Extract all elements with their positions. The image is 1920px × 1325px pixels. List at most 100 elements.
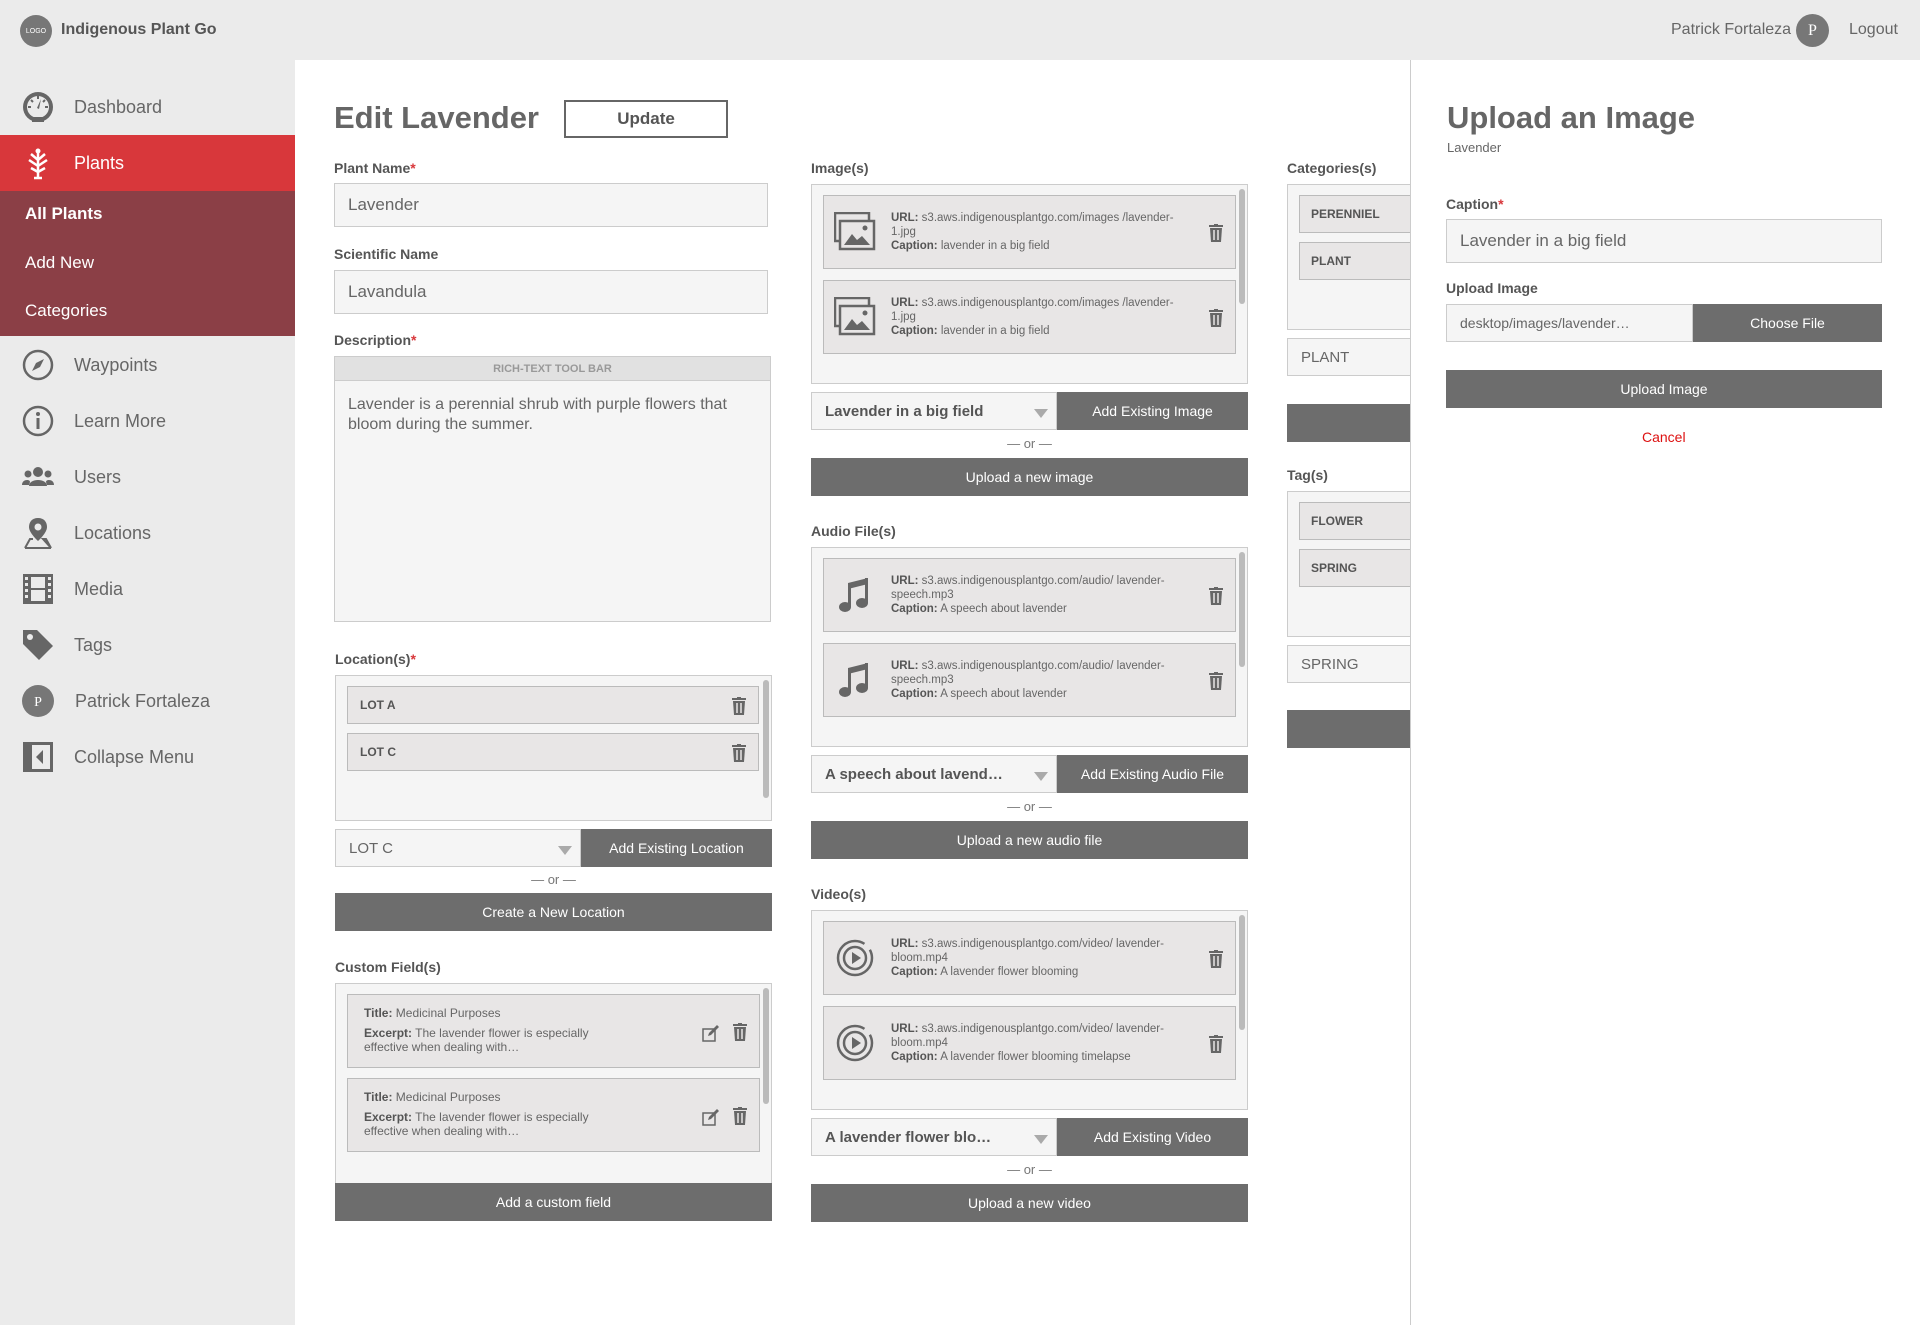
add-custom-field-button[interactable]: Add a custom field <box>335 1183 772 1221</box>
video-select[interactable]: A lavender flower blo… <box>811 1118 1057 1156</box>
category-item: PERENNIEL <box>1299 195 1414 233</box>
edit-icon[interactable] <box>702 1024 720 1042</box>
caption-label: Caption* <box>1446 196 1504 212</box>
custom-field-item: Title: Medicinal Purposes Excerpt: The la… <box>347 1078 760 1152</box>
update-button[interactable]: Update <box>564 100 728 138</box>
category-action-button[interactable] <box>1287 404 1427 442</box>
add-existing-video-button[interactable]: Add Existing Video <box>1057 1118 1248 1156</box>
location-item: LOT A <box>347 686 759 724</box>
trash-icon[interactable] <box>732 744 746 762</box>
chevron-down-icon <box>558 846 572 855</box>
trash-icon[interactable] <box>1209 950 1223 968</box>
users-icon <box>22 467 54 486</box>
trash-icon[interactable] <box>1209 309 1223 327</box>
location-select[interactable]: LOT C <box>335 829 581 867</box>
location-icon <box>24 518 52 549</box>
file-path-field[interactable]: desktop/images/lavender… <box>1446 304 1693 342</box>
submenu-add-new[interactable]: Add New <box>25 253 94 273</box>
sidebar-item-locations[interactable]: Locations <box>0 505 295 561</box>
images-label: Image(s) <box>811 160 869 176</box>
add-existing-location-button[interactable]: Add Existing Location <box>581 829 772 867</box>
scrollbar[interactable] <box>763 680 769 798</box>
sidebar-item-users[interactable]: Users <box>0 449 295 505</box>
tag-item: SPRING <box>1299 549 1414 587</box>
sidebar-item-collapse[interactable]: Collapse Menu <box>0 729 295 785</box>
scrollbar[interactable] <box>1239 552 1245 667</box>
dashboard-icon <box>23 92 53 122</box>
sidebar-item-label: Collapse Menu <box>74 746 195 767</box>
play-icon <box>836 939 874 977</box>
upload-video-button[interactable]: Upload a new video <box>811 1184 1248 1222</box>
compass-icon <box>22 349 54 381</box>
custom-field-item: Title: Medicinal Purposes Excerpt: The la… <box>347 994 760 1068</box>
scientific-name-input[interactable]: Lavandula <box>334 270 768 314</box>
trash-icon[interactable] <box>1209 224 1223 242</box>
trash-icon[interactable] <box>1209 672 1223 690</box>
upload-audio-button[interactable]: Upload a new audio file <box>811 821 1248 859</box>
plants-submenu: All Plants Add New Categories <box>0 191 295 336</box>
tag-action-button[interactable] <box>1287 710 1427 748</box>
category-select[interactable]: PLANT <box>1287 338 1427 376</box>
image-icon <box>834 212 876 251</box>
panel-subtitle: Lavender <box>1447 140 1502 155</box>
audio-item: URL: s3.aws.indigenousplantgo.com/audio/… <box>823 558 1236 632</box>
choose-file-button[interactable]: Choose File <box>1693 304 1882 342</box>
sidebar-item-tags[interactable]: Tags <box>0 617 295 673</box>
trash-icon[interactable] <box>732 697 746 715</box>
sidebar-item-waypoints[interactable]: Waypoints <box>0 337 295 393</box>
trash-icon[interactable] <box>1209 1035 1223 1053</box>
collapse-icon <box>23 742 53 772</box>
rich-text-toolbar[interactable]: RICH-TEXT TOOL BAR <box>335 357 770 381</box>
cancel-link[interactable]: Cancel <box>1642 429 1686 445</box>
categories-list: PERENNIEL PLANT <box>1287 184 1427 330</box>
scrollbar[interactable] <box>763 988 769 1104</box>
audio-select[interactable]: A speech about lavend… <box>811 755 1057 793</box>
plant-name-input[interactable]: Lavender <box>334 183 768 227</box>
video-item: URL: s3.aws.indigenousplantgo.com/video/… <box>823 1006 1236 1080</box>
upload-image-label: Upload Image <box>1446 280 1538 296</box>
description-editor[interactable]: RICH-TEXT TOOL BAR Lavender is a perenni… <box>334 356 771 622</box>
tags-label: Tag(s) <box>1287 467 1328 483</box>
music-note-icon <box>839 578 868 612</box>
page-title: Edit Lavender <box>334 100 539 135</box>
music-note-icon <box>839 663 868 697</box>
svg-text:P: P <box>34 695 42 710</box>
trash-icon[interactable] <box>733 1023 747 1041</box>
edit-icon[interactable] <box>702 1108 720 1126</box>
trash-icon[interactable] <box>1209 587 1223 605</box>
locations-label: Location(s)* <box>335 651 416 667</box>
sidebar-item-media[interactable]: Media <box>0 561 295 617</box>
trash-icon[interactable] <box>733 1107 747 1125</box>
add-existing-image-button[interactable]: Add Existing Image <box>1057 392 1248 430</box>
create-location-button[interactable]: Create a New Location <box>335 893 772 931</box>
scrollbar[interactable] <box>1239 915 1245 1030</box>
sidebar-item-label: Patrick Fortaleza <box>75 690 211 711</box>
upload-image-submit-button[interactable]: Upload Image <box>1446 370 1882 408</box>
chevron-down-icon <box>1034 772 1048 781</box>
sidebar-item-plants[interactable]: Plants <box>0 135 295 191</box>
or-divider: — or — <box>1007 436 1052 451</box>
header-user-name[interactable]: Patrick Fortaleza <box>1671 21 1791 39</box>
add-existing-audio-button[interactable]: Add Existing Audio File <box>1057 755 1248 793</box>
sidebar-item-dashboard[interactable]: Dashboard <box>0 79 295 135</box>
audio-label: Audio File(s) <box>811 523 896 539</box>
tags-list: FLOWER SPRING <box>1287 491 1427 637</box>
submenu-categories[interactable]: Categories <box>25 301 107 321</box>
description-label: Description* <box>334 332 417 348</box>
categories-label: Categories(s) <box>1287 160 1377 176</box>
sidebar-item-label: Users <box>74 466 122 487</box>
sidebar-item-learn-more[interactable]: Learn More <box>0 393 295 449</box>
upload-image-button[interactable]: Upload a new image <box>811 458 1248 496</box>
or-divider: — or — <box>531 872 576 887</box>
description-text[interactable]: Lavender is a perennial shrub with purpl… <box>335 381 770 449</box>
avatar[interactable]: P <box>1796 14 1829 47</box>
or-divider: — or — <box>1007 1162 1052 1177</box>
image-select[interactable]: Lavender in a big field <box>811 392 1057 430</box>
sidebar-item-profile[interactable]: P Patrick Fortaleza <box>0 673 295 729</box>
images-list: URL: s3.aws.indigenousplantgo.com/images… <box>811 184 1248 384</box>
submenu-all-plants[interactable]: All Plants <box>25 204 102 224</box>
logout-link[interactable]: Logout <box>1849 21 1898 39</box>
scrollbar[interactable] <box>1239 189 1245 304</box>
tag-select[interactable]: SPRING <box>1287 645 1427 683</box>
caption-input[interactable]: Lavender in a big field <box>1446 219 1882 263</box>
